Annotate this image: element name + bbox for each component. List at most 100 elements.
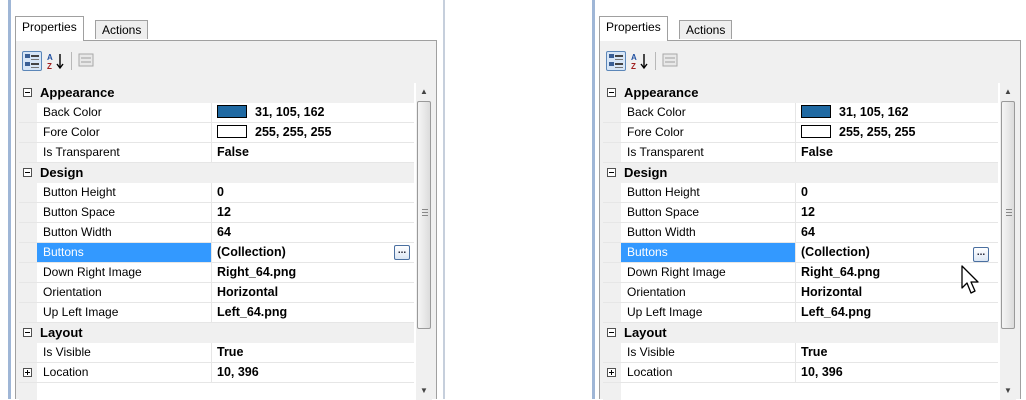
property-value[interactable]: (Collection) [801, 243, 870, 262]
property-value[interactable]: True [801, 343, 827, 362]
property-row-down-right-image[interactable]: Down Right Image Right_64.png [603, 263, 998, 283]
vertical-scrollbar[interactable]: ▲ ▼ [416, 83, 432, 400]
property-row-button-space[interactable]: Button Space 12 [603, 203, 998, 223]
property-value[interactable]: False [217, 143, 249, 162]
property-name: Is Transparent [43, 145, 120, 159]
property-grid-toolbar: A Z [603, 44, 1016, 80]
collapse-icon[interactable] [607, 168, 616, 177]
property-value[interactable]: Horizontal [801, 283, 862, 302]
property-value[interactable]: True [217, 343, 243, 362]
property-value[interactable]: (Collection) [217, 243, 286, 262]
color-swatch [801, 125, 831, 138]
property-value[interactable]: 31, 105, 162 [217, 103, 325, 122]
scroll-thumb[interactable] [417, 101, 431, 329]
tab-actions[interactable]: Actions [95, 20, 149, 39]
property-value[interactable]: False [801, 143, 833, 162]
category-appearance[interactable]: Appearance [603, 83, 998, 103]
scroll-up-icon[interactable]: ▲ [419, 87, 429, 97]
property-name: Up Left Image [627, 305, 703, 319]
property-pages-icon [662, 53, 678, 67]
scroll-down-icon[interactable]: ▼ [1003, 386, 1013, 396]
category-layout[interactable]: Layout [603, 323, 998, 343]
property-row-orientation[interactable]: Orientation Horizontal [19, 283, 414, 303]
property-value[interactable]: Left_64.png [217, 303, 287, 322]
alphabetical-button[interactable]: A Z [46, 51, 66, 71]
property-value[interactable]: 31, 105, 162 [801, 103, 909, 122]
property-name: Buttons [627, 245, 668, 259]
property-row-down-right-image[interactable]: Down Right Image Right_64.png [19, 263, 414, 283]
property-value[interactable]: Right_64.png [217, 263, 296, 282]
categorized-view-icon [25, 54, 39, 68]
tab-actions[interactable]: Actions [679, 20, 733, 39]
expand-icon[interactable] [607, 368, 616, 377]
collapse-icon[interactable] [23, 168, 32, 177]
collapse-icon[interactable] [607, 328, 616, 337]
property-row-orientation[interactable]: Orientation Horizontal [603, 283, 998, 303]
property-row-button-width[interactable]: Button Width 64 [603, 223, 998, 243]
property-row-button-height[interactable]: Button Height 0 [603, 183, 998, 203]
property-row-up-left-image[interactable]: Up Left Image Left_64.png [19, 303, 414, 323]
category-appearance[interactable]: Appearance [19, 83, 414, 103]
property-value[interactable]: 10, 396 [217, 363, 259, 382]
property-row-fore-color[interactable]: Fore Color 255, 255, 255 [603, 123, 998, 143]
property-value[interactable]: 12 [801, 203, 815, 222]
property-name: Button Width [43, 225, 112, 239]
tab-properties[interactable]: Properties [15, 16, 84, 41]
property-name: Is Visible [627, 345, 675, 359]
property-row-is-transparent[interactable]: Is Transparent False [603, 143, 998, 163]
alphabetical-sort-icon: A Z [47, 53, 64, 71]
scroll-down-icon[interactable]: ▼ [419, 386, 429, 396]
property-value[interactable]: 64 [801, 223, 815, 242]
property-row-is-visible[interactable]: Is Visible True [603, 343, 998, 363]
property-row-back-color[interactable]: Back Color 31, 105, 162 [603, 103, 998, 123]
tab-properties[interactable]: Properties [599, 16, 668, 41]
property-row-location[interactable]: Location 10, 396 [603, 363, 998, 383]
property-row-is-visible[interactable]: Is Visible True [19, 343, 414, 363]
scroll-up-icon[interactable]: ▲ [1003, 87, 1013, 97]
property-row-location[interactable]: Location 10, 396 [19, 363, 414, 383]
property-name: Button Space [627, 205, 700, 219]
property-value[interactable]: 0 [801, 183, 808, 202]
category-label: Design [624, 165, 668, 180]
expand-icon[interactable] [23, 368, 32, 377]
category-label: Appearance [624, 85, 699, 100]
property-pages-button[interactable] [661, 51, 681, 71]
property-value[interactable]: 10, 396 [801, 363, 843, 382]
category-layout[interactable]: Layout [19, 323, 414, 343]
property-row-button-width[interactable]: Button Width 64 [19, 223, 414, 243]
toolbar-separator [71, 52, 72, 70]
property-row-buttons[interactable]: Buttons (Collection) ... [19, 243, 414, 263]
property-value[interactable]: 64 [217, 223, 231, 242]
property-row-buttons[interactable]: Buttons (Collection) ... [603, 243, 998, 263]
svg-text:Z: Z [631, 62, 636, 71]
category-design[interactable]: Design [603, 163, 998, 183]
property-row-fore-color[interactable]: Fore Color 255, 255, 255 [19, 123, 414, 143]
collapse-icon[interactable] [607, 88, 616, 97]
property-value[interactable]: 255, 255, 255 [217, 123, 331, 142]
collection-editor-button[interactable]: ... [394, 245, 410, 260]
collapse-icon[interactable] [23, 88, 32, 97]
property-name: Location [627, 365, 673, 379]
collection-editor-button[interactable]: ... [973, 247, 989, 262]
categorized-button[interactable] [22, 51, 42, 71]
property-row-back-color[interactable]: Back Color 31, 105, 162 [19, 103, 414, 123]
property-row-button-space[interactable]: Button Space 12 [19, 203, 414, 223]
category-design[interactable]: Design [19, 163, 414, 183]
property-row-button-height[interactable]: Button Height 0 [19, 183, 414, 203]
panel-edge [592, 0, 595, 399]
property-pages-button[interactable] [77, 51, 97, 71]
property-value[interactable]: 0 [217, 183, 224, 202]
categorized-button[interactable] [606, 51, 626, 71]
alphabetical-button[interactable]: A Z [630, 51, 650, 71]
vertical-scrollbar[interactable]: ▲ ▼ [1000, 83, 1016, 400]
scroll-thumb[interactable] [1001, 101, 1015, 329]
property-value[interactable]: Horizontal [217, 283, 278, 302]
property-value[interactable]: Right_64.png [801, 263, 880, 282]
collapse-icon[interactable] [23, 328, 32, 337]
property-row-up-left-image[interactable]: Up Left Image Left_64.png [603, 303, 998, 323]
svg-text:A: A [47, 53, 53, 62]
property-row-is-transparent[interactable]: Is Transparent False [19, 143, 414, 163]
property-value[interactable]: Left_64.png [801, 303, 871, 322]
property-value[interactable]: 12 [217, 203, 231, 222]
property-value[interactable]: 255, 255, 255 [801, 123, 915, 142]
